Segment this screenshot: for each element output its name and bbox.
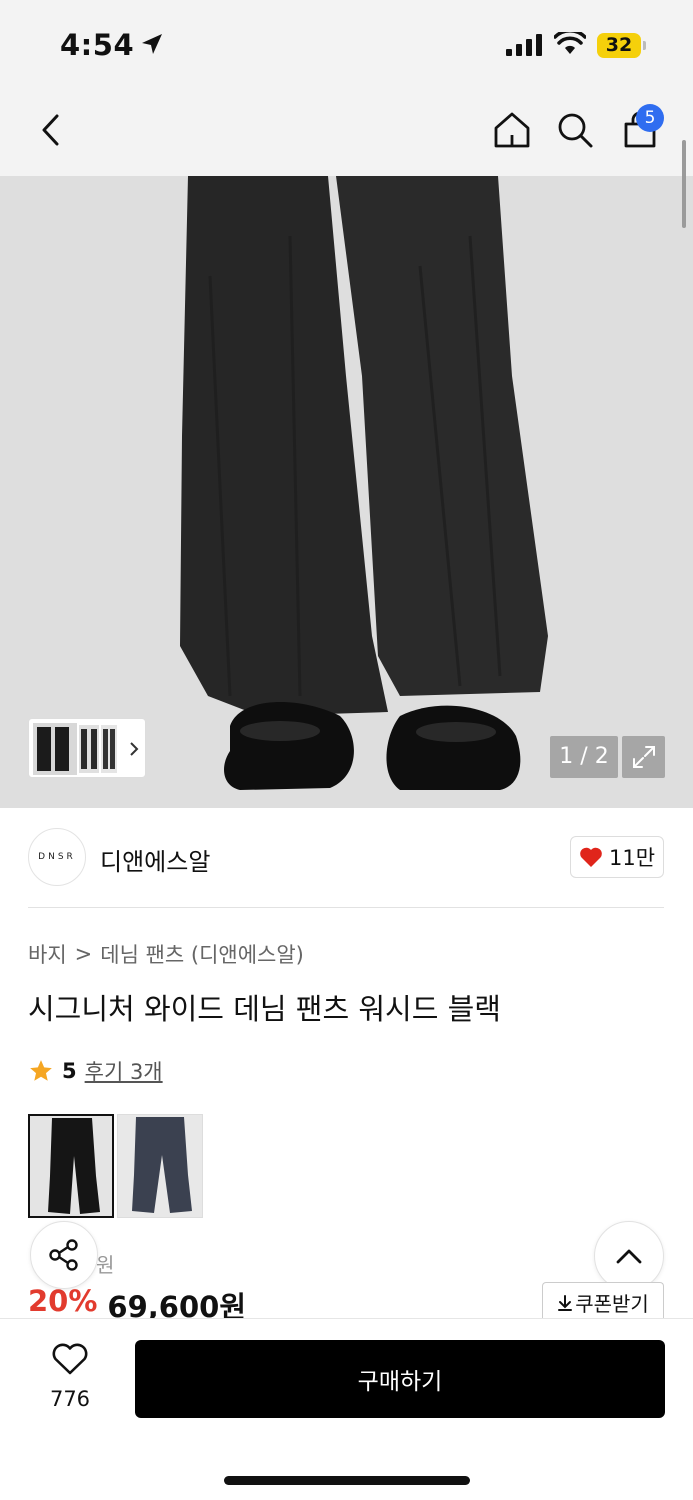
breadcrumb-subcategory[interactable]: 데님 팬츠 (디앤에스알) bbox=[100, 939, 304, 969]
heart-filled-icon bbox=[580, 847, 602, 867]
location-arrow-icon bbox=[142, 34, 162, 54]
search-icon bbox=[558, 113, 593, 148]
share-button[interactable] bbox=[30, 1221, 98, 1289]
expand-icon bbox=[632, 746, 655, 768]
cart-count-badge: 5 bbox=[636, 104, 664, 132]
breadcrumb: 바지 > 데님 팬츠 (디앤에스알) bbox=[28, 939, 304, 969]
signal-icon bbox=[506, 34, 542, 56]
color-option-grey[interactable] bbox=[117, 1114, 203, 1218]
product-title: 시그니처 와이드 데님 팬츠 워시드 블랙 bbox=[28, 992, 501, 1026]
coupon-button[interactable]: 쿠폰받기 bbox=[542, 1282, 664, 1322]
heart-outline-icon bbox=[52, 1343, 88, 1375]
brand-logo[interactable]: DNSR bbox=[28, 828, 86, 886]
share-icon bbox=[49, 1239, 78, 1271]
chevron-left-icon bbox=[42, 114, 59, 146]
breadcrumb-category[interactable]: 바지 bbox=[28, 939, 67, 969]
gallery-thumbnails[interactable] bbox=[28, 718, 146, 778]
scroll-indicator[interactable] bbox=[682, 140, 686, 228]
brand-like-count: 11만 bbox=[608, 846, 656, 870]
download-icon bbox=[558, 1294, 573, 1311]
back-button[interactable] bbox=[26, 106, 74, 154]
rating-score: 5 bbox=[62, 1059, 77, 1083]
brand-like-button[interactable]: 11만 bbox=[570, 836, 664, 878]
gallery-counter: 1 / 2 bbox=[550, 736, 618, 778]
home-indicator[interactable] bbox=[224, 1476, 470, 1485]
color-option-black[interactable] bbox=[28, 1114, 114, 1218]
thumbnail-images bbox=[33, 723, 139, 775]
product-image[interactable] bbox=[0, 176, 693, 808]
status-time: 4:54 bbox=[60, 28, 135, 62]
wishlist-button[interactable]: 776 bbox=[40, 1342, 100, 1411]
section-divider bbox=[28, 907, 664, 908]
brand-logo-text: DNSR bbox=[38, 852, 76, 862]
battery-cap bbox=[643, 41, 646, 50]
color-swatch-black-image bbox=[30, 1116, 112, 1216]
brand-name[interactable]: 디앤에스알 bbox=[100, 842, 210, 877]
breadcrumb-separator: > bbox=[74, 942, 93, 966]
star-icon bbox=[30, 1060, 52, 1081]
coupon-label: 쿠폰받기 bbox=[575, 1292, 649, 1316]
search-button[interactable] bbox=[551, 106, 599, 154]
chevron-up-icon bbox=[616, 1249, 642, 1264]
top-bar: 4:54 32 5 bbox=[0, 0, 693, 176]
wishlist-count: 776 bbox=[49, 1387, 91, 1411]
wifi-icon bbox=[554, 32, 586, 54]
product-page: 4:54 32 5 1 / 2 DNSR 디앤에스알 11만 바지 > 데님 팬… bbox=[0, 0, 693, 1500]
reviews-link[interactable]: 후기 3개 bbox=[85, 1056, 163, 1086]
home-button[interactable] bbox=[488, 106, 536, 154]
battery-indicator: 32 bbox=[597, 33, 641, 58]
home-icon bbox=[494, 112, 530, 148]
rating-row: 5 후기 3개 bbox=[28, 1056, 163, 1086]
pants-photo bbox=[0, 176, 693, 808]
color-swatch-grey-image bbox=[118, 1115, 202, 1217]
original-price: 원 bbox=[96, 1253, 115, 1277]
expand-button[interactable] bbox=[622, 736, 665, 778]
buy-button[interactable]: 구매하기 bbox=[135, 1340, 665, 1418]
scroll-top-button[interactable] bbox=[594, 1221, 664, 1291]
